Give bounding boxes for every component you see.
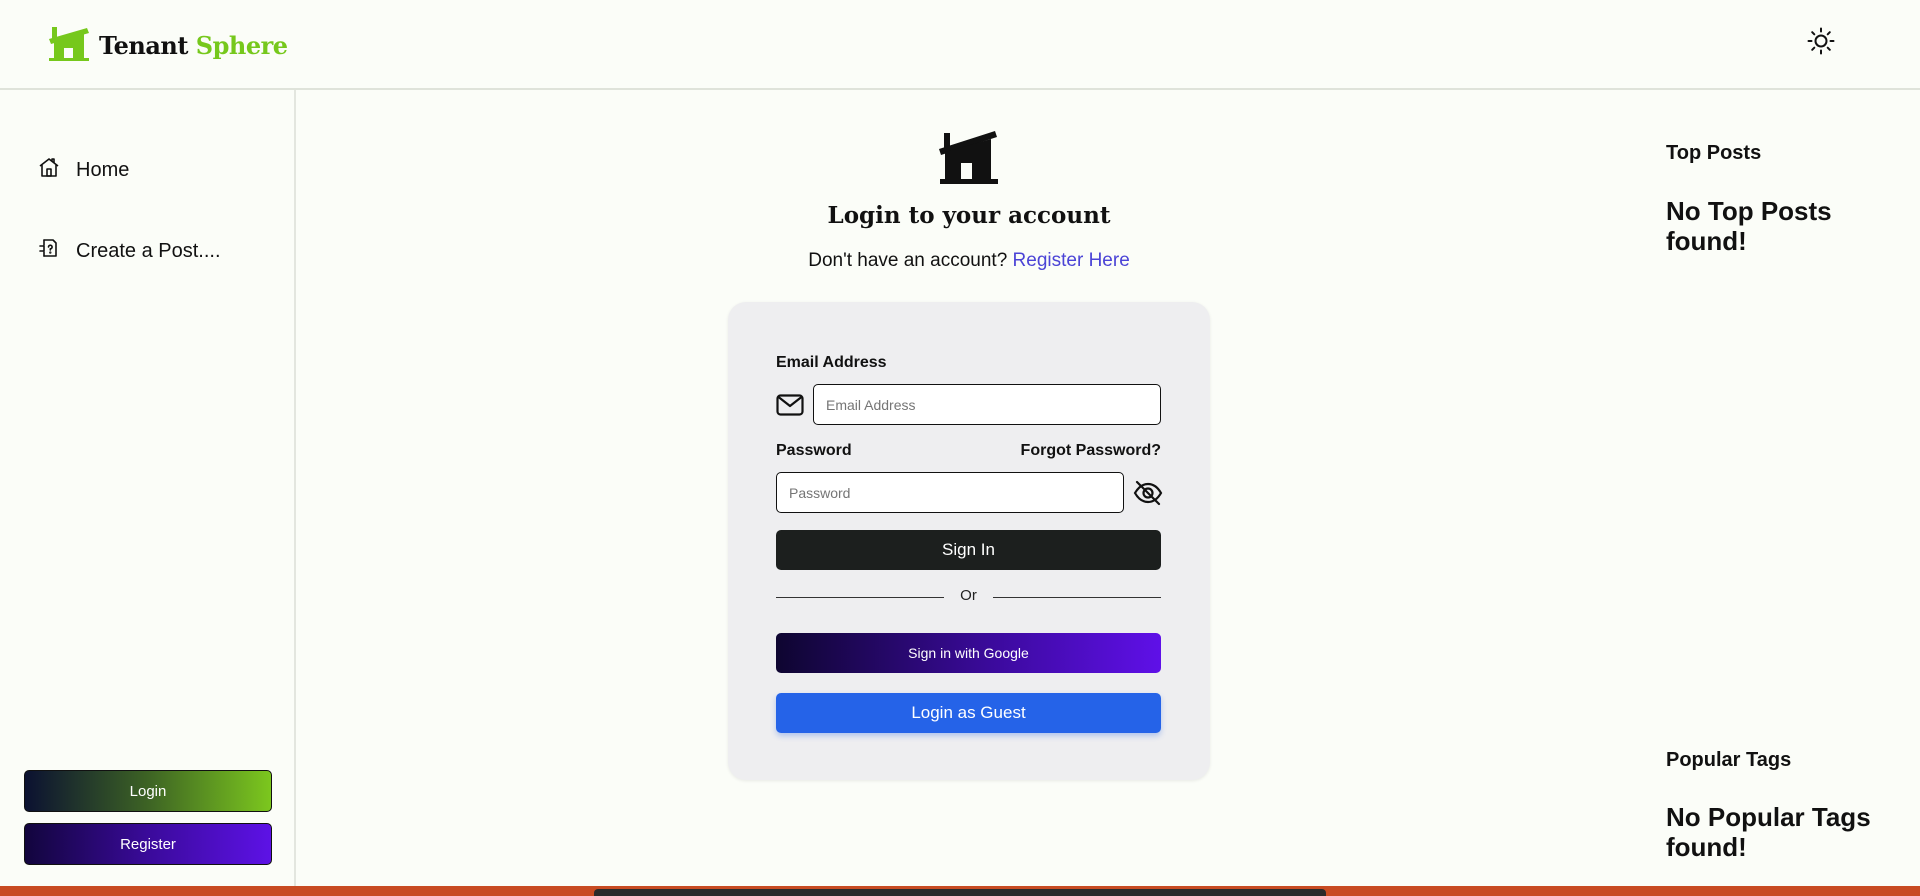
create-post-icon — [38, 237, 60, 265]
email-label: Email Address — [776, 354, 887, 371]
register-prompt: Don't have an account? Register Here — [298, 250, 1640, 272]
popular-tags-heading: Popular Tags — [1666, 749, 1792, 771]
sign-in-button[interactable]: Sign In — [776, 530, 1161, 570]
or-divider-label: Or — [960, 587, 977, 604]
top-posts-heading: Top Posts — [1666, 142, 1762, 164]
divider-left — [776, 597, 944, 598]
google-sign-in-button[interactable]: Sign in with Google — [776, 633, 1161, 673]
house-icon — [49, 24, 89, 67]
page-title: Login to your account — [827, 202, 1111, 229]
login-card: Email Address Password Forgot Password? … — [728, 302, 1210, 780]
register-link[interactable]: Register Here — [1013, 250, 1130, 271]
home-icon — [38, 156, 60, 184]
house-icon — [939, 128, 999, 191]
top-header: Tenant Sphere — [0, 0, 1920, 90]
sidebar-register-button[interactable]: Register — [24, 823, 272, 865]
sidebar-item-home[interactable]: Home — [38, 156, 129, 184]
sidebar-login-button[interactable]: Login — [24, 770, 272, 812]
theme-toggle-button[interactable] — [1806, 27, 1836, 60]
eye-off-icon[interactable] — [1133, 479, 1163, 512]
popular-tags-empty-message: No Popular Tags found! — [1666, 802, 1871, 862]
email-field[interactable] — [813, 384, 1161, 425]
mail-icon — [776, 394, 804, 421]
sun-icon — [1807, 27, 1835, 60]
password-label: Password — [776, 442, 852, 459]
sidebar-item-label: Home — [76, 158, 130, 181]
password-field[interactable] — [776, 472, 1124, 513]
taskbar-dock — [594, 889, 1326, 896]
brand-name-part2: Sphere — [195, 31, 288, 60]
brand-name: Tenant Sphere — [99, 31, 288, 60]
left-sidebar: Home Create a Post.... Login Register — [0, 90, 296, 886]
divider-right — [993, 597, 1161, 598]
sidebar-item-create-post[interactable]: Create a Post.... — [38, 237, 221, 265]
right-sidebar: Top Posts No Top Posts found! Popular Ta… — [1640, 90, 1920, 886]
register-prompt-text: Don't have an account? — [808, 250, 1008, 271]
main-content: Login to your account Don't have an acco… — [298, 90, 1640, 886]
sidebar-item-label: Create a Post.... — [76, 239, 221, 262]
brand-logo[interactable]: Tenant Sphere — [49, 24, 288, 67]
brand-name-part1: Tenant — [99, 31, 188, 60]
forgot-password-link[interactable]: Forgot Password? — [1021, 442, 1161, 460]
guest-login-button[interactable]: Login as Guest — [776, 693, 1161, 733]
top-posts-empty-message: No Top Posts found! — [1666, 196, 1832, 256]
